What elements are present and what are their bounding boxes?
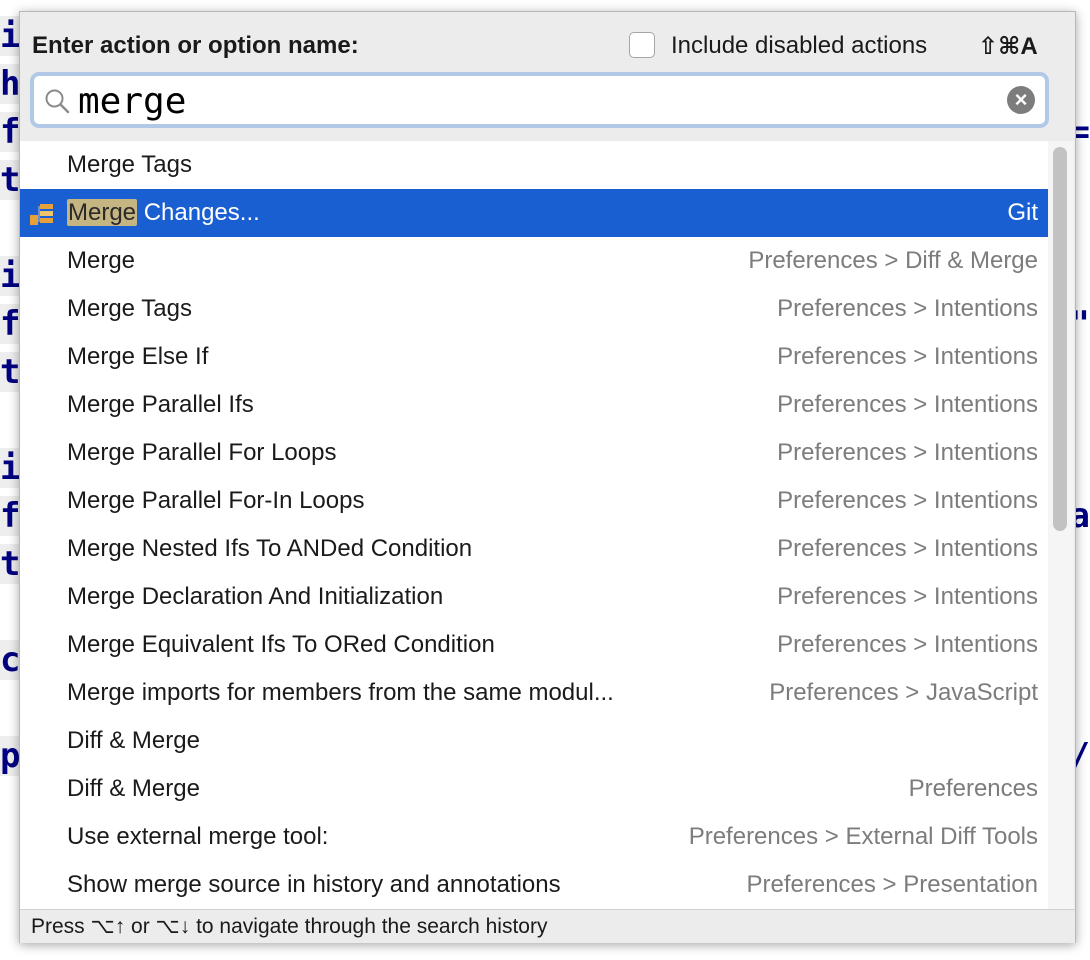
editor-gutter-line xyxy=(0,208,20,248)
result-location: Preferences > Intentions xyxy=(777,631,1038,658)
result-name-text: Merge imports for members from the same … xyxy=(67,679,614,706)
editor-gutter-line xyxy=(0,592,20,632)
result-row[interactable]: Diff & Merge Preferences xyxy=(20,765,1048,813)
result-row[interactable]: Merge Else If Preferences > Intentions xyxy=(20,333,1048,381)
result-name-text: Show merge source in history and annotat… xyxy=(67,871,561,898)
editor-gutter-line xyxy=(0,832,20,872)
result-name: Merge Changes... xyxy=(67,199,260,227)
result-row[interactable]: Diff & Merge xyxy=(20,717,1048,765)
result-name: Merge Tags xyxy=(67,151,192,179)
result-name: Merge Declaration And Initialization xyxy=(67,583,443,611)
result-name-text: Merge Tags xyxy=(67,295,192,322)
result-row[interactable]: Merge Parallel For-In Loops Preferences >… xyxy=(20,477,1048,525)
result-name: Merge Tags xyxy=(67,295,192,323)
result-name: Merge Parallel For-In Loops xyxy=(67,487,364,515)
result-row[interactable]: Merge Nested Ifs To ANDed Condition Prefe… xyxy=(20,525,1048,573)
result-name-text: Merge Parallel For-In Loops xyxy=(67,487,365,514)
search-field: × xyxy=(30,72,1049,128)
result-name-text: Merge Nested Ifs To ANDed Condition xyxy=(67,535,473,562)
result-location: Preferences > JavaScript xyxy=(769,679,1038,706)
result-name-match: Merge xyxy=(67,199,138,226)
search-icon xyxy=(45,89,70,114)
result-name-text: Merge Parallel Ifs xyxy=(67,391,254,418)
editor-gutter-line: f xyxy=(0,304,20,344)
result-name: Merge xyxy=(67,247,135,275)
result-name: Merge Parallel Ifs xyxy=(67,391,254,419)
result-location: Preferences > Intentions xyxy=(777,343,1038,370)
result-name-text: Diff & Merge xyxy=(67,775,200,802)
result-name: Merge imports for members from the same … xyxy=(67,679,614,707)
result-name-text: Use external merge tool: xyxy=(67,823,329,850)
result-row[interactable]: Merge Parallel Ifs Preferences > Intentio… xyxy=(20,381,1048,429)
result-location: Preferences > Intentions xyxy=(777,535,1038,562)
result-name: Use external merge tool: xyxy=(67,823,328,851)
result-location: Preferences > Diff & Merge xyxy=(748,247,1038,274)
editor-gutter-line: f xyxy=(0,496,20,536)
result-location: Git xyxy=(1007,199,1038,226)
result-row[interactable]: Use external merge tool: Preferences > Ex… xyxy=(20,813,1048,861)
prompt-label: Enter action or option name: xyxy=(32,32,359,59)
editor-gutter-line: h xyxy=(0,64,20,104)
editor-gutter-line: p xyxy=(0,736,20,776)
editor-gutter-line xyxy=(0,784,20,824)
result-row[interactable]: Show merge source in history and annotat… xyxy=(20,861,1048,909)
result-location: Preferences > Intentions xyxy=(777,439,1038,466)
results-list: Merge Tags Merge Changes... Git Merge Prefer… xyxy=(20,141,1048,909)
editor-gutter-line: i xyxy=(0,16,20,56)
editor-gutter-line xyxy=(0,688,20,728)
editor-gutter-line: t xyxy=(0,352,20,392)
result-name-text: Changes... xyxy=(137,199,260,226)
result-row[interactable]: Merge Preferences > Diff & Merge xyxy=(20,237,1048,285)
find-action-dialog: Enter action or option name: Include dis… xyxy=(19,11,1076,943)
result-name: Diff & Merge xyxy=(67,727,200,755)
result-row[interactable]: Merge Tags Preferences > Intentions xyxy=(20,285,1048,333)
result-location: Preferences > Intentions xyxy=(777,295,1038,322)
result-name-text: Merge Tags xyxy=(67,151,192,178)
result-name: Show merge source in history and annotat… xyxy=(67,871,561,899)
result-name: Merge Nested Ifs To ANDed Condition xyxy=(67,535,472,563)
editor-gutter-line: f xyxy=(0,112,20,152)
shortcut-label: ⇧⌘A xyxy=(978,33,1038,60)
result-name: Merge Parallel For Loops xyxy=(67,439,336,467)
include-disabled-checkbox[interactable] xyxy=(629,32,655,58)
editor-gutter-line: c xyxy=(0,640,20,680)
result-location: Preferences > Intentions xyxy=(777,391,1038,418)
result-name-text: Merge Equivalent Ifs To ORed Condition xyxy=(67,631,495,658)
editor-gutter-line: i xyxy=(0,448,20,488)
result-name-text: Merge Declaration And Initialization xyxy=(67,583,444,610)
editor-gutter-line: t xyxy=(0,160,20,200)
result-location: Preferences > External Diff Tools xyxy=(688,823,1038,850)
result-name: Merge Else If xyxy=(67,343,208,371)
result-name: Diff & Merge xyxy=(67,775,200,803)
result-row[interactable]: Merge Changes... Git xyxy=(20,189,1048,237)
footer-hint: Press ⌥↑ or ⌥↓ to navigate through the s… xyxy=(31,915,548,938)
vcs-merge-icon xyxy=(30,204,53,225)
result-row[interactable]: Merge Declaration And Initialization Pref… xyxy=(20,573,1048,621)
result-location: Preferences > Presentation xyxy=(746,871,1038,898)
editor-gutter-line xyxy=(0,400,20,440)
result-location: Preferences > Intentions xyxy=(777,487,1038,514)
include-disabled-label[interactable]: Include disabled actions xyxy=(671,32,927,60)
result-row[interactable]: Merge imports for members from the same … xyxy=(20,669,1048,717)
result-name-text: Merge Parallel For Loops xyxy=(67,439,337,466)
result-location: Preferences > Intentions xyxy=(777,583,1038,610)
result-name-text: Merge Else If xyxy=(67,343,209,370)
clear-search-icon[interactable]: × xyxy=(1007,86,1035,114)
footer-bar: Press ⌥↑ or ⌥↓ to navigate through the s… xyxy=(20,909,1075,943)
result-name: Merge Equivalent Ifs To ORed Condition xyxy=(67,631,495,659)
result-row[interactable]: Merge Tags xyxy=(20,141,1048,189)
scrollbar-thumb[interactable] xyxy=(1053,147,1067,531)
editor-gutter-line: i xyxy=(0,256,20,296)
search-input[interactable] xyxy=(78,78,978,124)
result-name-text: Merge xyxy=(67,247,136,274)
result-row[interactable]: Merge Parallel For Loops Preferences > In… xyxy=(20,429,1048,477)
result-location: Preferences xyxy=(908,775,1038,802)
editor-gutter-line: t xyxy=(0,544,20,584)
result-name-text: Diff & Merge xyxy=(67,727,200,754)
result-row[interactable]: Merge Equivalent Ifs To ORed Condition Pr… xyxy=(20,621,1048,669)
